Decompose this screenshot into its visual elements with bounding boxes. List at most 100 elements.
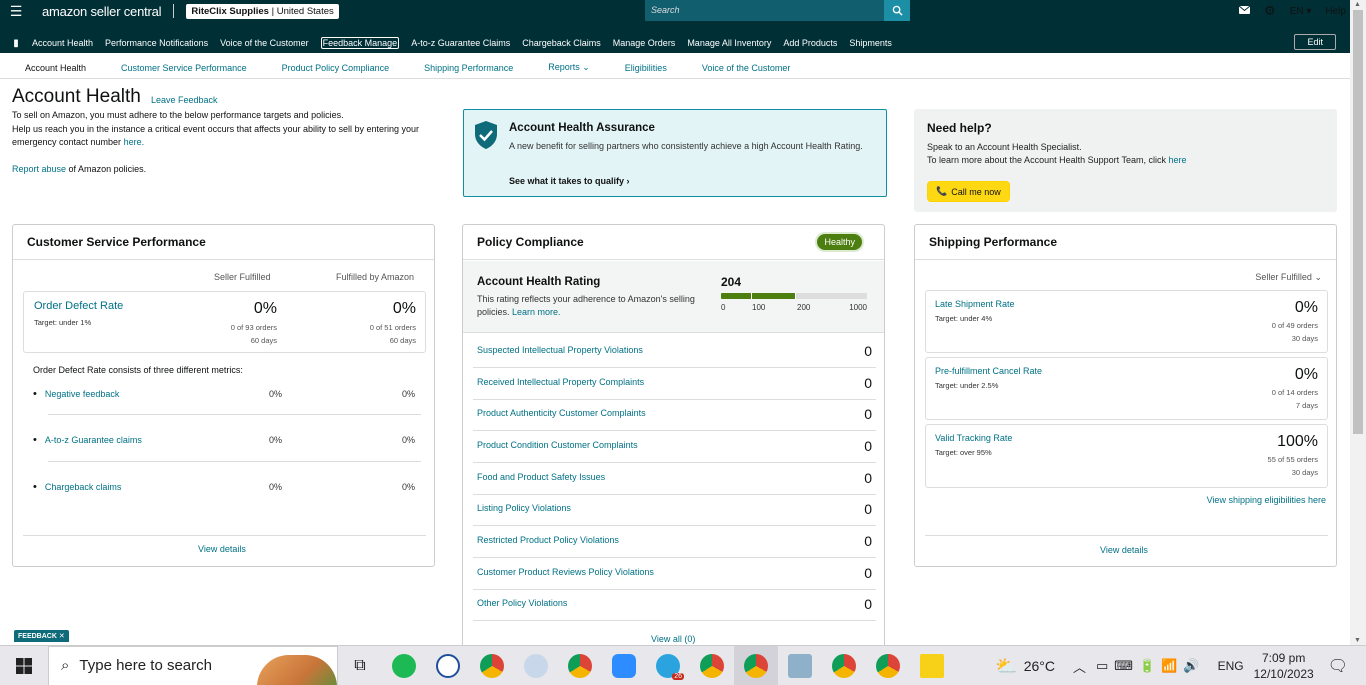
violation-link[interactable]: Product Condition Customer Complaints — [477, 440, 638, 450]
tray-icons[interactable]: ▭⌨🔋📶🔊 — [1096, 658, 1206, 674]
nav-add-products[interactable]: Add Products — [783, 38, 837, 48]
violation-link[interactable]: Product Authenticity Customer Complaints — [477, 408, 646, 418]
scroll-thumb[interactable] — [1353, 10, 1363, 434]
chrome-profile-icon[interactable] — [558, 646, 602, 685]
notification-badge: 26 — [672, 672, 684, 680]
windows-start-icon[interactable] — [0, 646, 48, 685]
emergency-contact-link[interactable]: here. — [124, 137, 145, 147]
weather-icon[interactable]: ⛅ — [995, 656, 1017, 677]
violation-link[interactable]: Food and Product Safety Issues — [477, 472, 605, 482]
shipping-eligibilities-link[interactable]: View shipping eligibilities here — [1207, 495, 1326, 505]
subnav-customer-service[interactable]: Customer Service Performance — [121, 63, 247, 73]
support-team-link[interactable]: here — [1168, 155, 1186, 165]
scroll-up-icon[interactable]: ▲ — [1354, 1, 1361, 8]
search-button[interactable] — [884, 0, 910, 21]
metric-negative-feedback[interactable]: Negative feedback — [33, 388, 120, 400]
clock-app-icon[interactable] — [426, 646, 470, 685]
subnav-eligibilities[interactable]: Eligibilities — [625, 63, 667, 73]
subnav-policy-compliance[interactable]: Product Policy Compliance — [282, 63, 390, 73]
nav-atoz-claims[interactable]: A-to-z Guarantee Claims — [411, 38, 510, 48]
chrome-profile-icon[interactable] — [690, 646, 734, 685]
assurance-title: Account Health Assurance — [509, 122, 655, 134]
search-box[interactable]: Search — [645, 0, 910, 21]
leave-feedback-link[interactable]: Leave Feedback — [151, 95, 218, 105]
nav-account-health[interactable]: Account Health — [32, 38, 93, 48]
notifications-icon[interactable]: 🗨 — [1328, 656, 1348, 676]
nav-voice-of-customer[interactable]: Voice of the Customer — [220, 38, 309, 48]
gear-icon[interactable]: ⚙ — [1264, 3, 1276, 19]
nav-chargeback-claims[interactable]: Chargeback Claims — [522, 38, 601, 48]
telegram-icon[interactable]: 26 — [646, 646, 690, 685]
task-view-icon[interactable]: ⧉ — [338, 646, 382, 685]
csp-view-details-link[interactable]: View details — [198, 544, 246, 554]
violation-count: 0 — [864, 596, 872, 612]
nav-manage-orders[interactable]: Manage Orders — [613, 38, 676, 48]
sticky-notes-icon[interactable] — [910, 646, 954, 685]
subnav-shipping[interactable]: Shipping Performance — [424, 63, 513, 73]
nav-shipments[interactable]: Shipments — [849, 38, 892, 48]
weather-temp[interactable]: 26°C — [1024, 658, 1055, 674]
taskbar-clock[interactable]: 7:09 pm 12/10/2023 — [1254, 650, 1314, 682]
view-all-violations-link[interactable]: View all (0) — [651, 634, 695, 644]
learn-more-link[interactable]: Learn more. — [512, 307, 561, 317]
ahr-score-bar — [721, 293, 867, 299]
nav-feedback-manager[interactable]: Feedback Manage — [320, 37, 400, 49]
menu-icon[interactable]: ☰ — [0, 0, 32, 22]
help-link[interactable]: Help — [1325, 6, 1346, 17]
metric-atoz-claims[interactable]: A-to-z Guarantee claims — [33, 434, 142, 446]
chrome-profile-icon[interactable] — [866, 646, 910, 685]
top-bar-spacer — [0, 22, 1350, 33]
taskbar-search[interactable]: ⌕ Type here to search — [48, 645, 338, 685]
qualify-link[interactable]: See what it takes to qualify › — [509, 176, 630, 186]
page-title: Account Health — [12, 86, 141, 107]
metric-target: Target: under 4% — [935, 314, 993, 323]
metric-pct: 0% — [1294, 299, 1318, 316]
metric-link[interactable]: Late Shipment Rate — [935, 299, 1015, 309]
violation-link[interactable]: Other Policy Violations — [477, 598, 567, 608]
order-defect-rate-link[interactable]: Order Defect Rate — [34, 300, 123, 312]
late-shipment-rate-box: Late Shipment Rate Target: under 4% 0% 0… — [925, 290, 1328, 353]
violation-link[interactable]: Customer Product Reviews Policy Violatio… — [477, 567, 654, 577]
metric-link[interactable]: Pre-fulfillment Cancel Rate — [935, 366, 1042, 376]
chrome-profile-icon[interactable] — [822, 646, 866, 685]
report-abuse-text: Report abuse of Amazon policies. — [12, 164, 147, 174]
zoom-icon[interactable] — [602, 646, 646, 685]
subnav-reports[interactable]: Reports ⌄ — [548, 62, 590, 73]
search-input[interactable]: Search — [645, 0, 884, 21]
store-selector[interactable]: RiteClix Supplies | United States — [186, 3, 339, 19]
sp-view-details-link[interactable]: View details — [1100, 545, 1148, 555]
subnav-voice-of-customer[interactable]: Voice of the Customer — [702, 63, 791, 73]
edit-nav-button[interactable]: Edit — [1294, 34, 1336, 50]
chrome-icon[interactable] — [470, 646, 514, 685]
scroll-down-icon[interactable]: ▼ — [1354, 637, 1361, 644]
chevron-down-icon: ⌄ — [1314, 272, 1322, 282]
violation-link[interactable]: Restricted Product Policy Violations — [477, 535, 619, 545]
metric-link[interactable]: Valid Tracking Rate — [935, 433, 1012, 443]
chevron-up-icon[interactable]: ︿ — [1073, 657, 1086, 676]
violation-link[interactable]: Received Intellectual Property Complaint… — [477, 377, 644, 387]
violation-count: 0 — [864, 438, 872, 454]
chrome-active-icon[interactable] — [734, 645, 778, 685]
nav-performance-notifications[interactable]: Performance Notifications — [105, 38, 208, 48]
bookmark-icon[interactable]: ▮ — [0, 38, 32, 49]
violation-row: Product Condition Customer Complaints 0 — [463, 431, 884, 463]
paint-icon[interactable] — [514, 646, 558, 685]
call-me-now-button[interactable]: 📞 Call me now — [927, 181, 1010, 202]
seller-central-logo[interactable]: amazon seller central — [42, 4, 162, 19]
calculator-icon[interactable] — [778, 646, 822, 685]
language-selector[interactable]: EN ▾ — [1290, 6, 1312, 17]
assurance-body: A new benefit for selling partners who c… — [509, 141, 863, 151]
policy-compliance-panel: Policy Compliance Healthy Account Health… — [462, 224, 885, 654]
violation-link[interactable]: Listing Policy Violations — [477, 503, 571, 513]
mail-icon[interactable] — [1238, 5, 1251, 17]
violation-link[interactable]: Suspected Intellectual Property Violatio… — [477, 345, 643, 355]
language-indicator[interactable]: ENG — [1218, 659, 1244, 673]
fulfillment-filter-dropdown[interactable]: Seller Fulfilled ⌄ — [1255, 272, 1322, 283]
page-scrollbar[interactable]: ▲ ▼ — [1350, 0, 1366, 645]
spotify-icon[interactable] — [382, 646, 426, 685]
metric-chargeback-claims[interactable]: Chargeback claims — [33, 481, 122, 493]
feedback-tab[interactable]: FEEDBACK ✕ — [14, 630, 69, 642]
subnav-account-health[interactable]: Account Health — [25, 63, 86, 73]
report-abuse-link[interactable]: Report abuse — [12, 164, 66, 174]
nav-manage-inventory[interactable]: Manage All Inventory — [687, 38, 771, 48]
